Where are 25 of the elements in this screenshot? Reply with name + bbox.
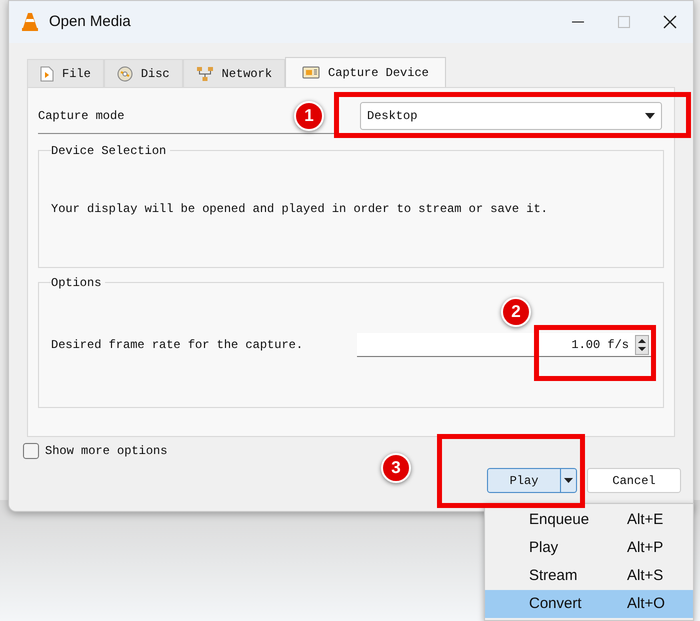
description-text: Your display will be opened and played in order to stream or save it.	[51, 201, 548, 218]
spin-arrows-icon[interactable]	[635, 334, 649, 354]
frame-rate-label: Desired frame rate for the capture.	[51, 337, 304, 354]
traffic-cone-icon	[21, 12, 39, 32]
checkbox[interactable]	[23, 443, 39, 459]
frame-rate-spinbox[interactable]: 1.00 f/s	[357, 333, 651, 357]
checkbox-label: Show more options	[45, 443, 168, 460]
tab[interactable]: Disc	[104, 59, 183, 87]
tab[interactable]: Capture Device	[285, 57, 446, 87]
menu-item[interactable]: Convert Alt+O	[485, 590, 693, 618]
menu-item[interactable]: Stream Alt+S	[485, 562, 693, 590]
capture-mode-dropdown[interactable]: Desktop	[360, 102, 662, 130]
capture-card-icon	[302, 64, 320, 80]
menu-item[interactable]: Play Alt+P	[485, 534, 693, 562]
tab[interactable]: File	[27, 59, 104, 87]
caret-icon	[645, 113, 655, 119]
network-icon	[196, 66, 214, 82]
menu-item[interactable]: Enqueue Alt+E	[485, 506, 693, 534]
document-icon	[40, 66, 54, 82]
window-title: Open Media	[49, 12, 131, 32]
disc-icon	[116, 66, 133, 82]
caret-icon[interactable]	[564, 478, 573, 483]
cancel-button[interactable]: Cancel	[587, 468, 681, 493]
tab[interactable]: Network	[182, 59, 286, 87]
play-split-button[interactable]: Play	[487, 468, 577, 493]
